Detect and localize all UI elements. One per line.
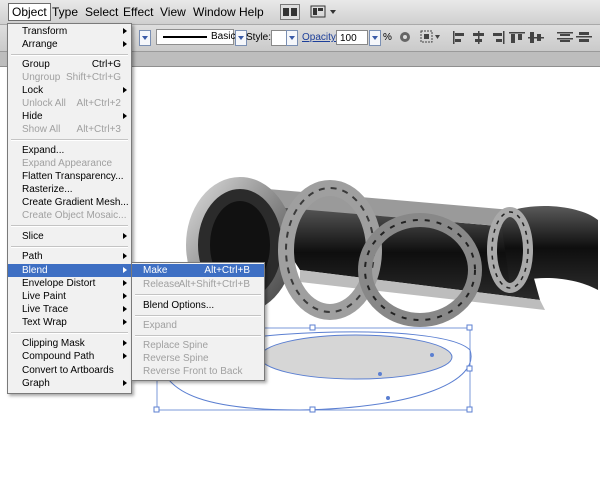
menu-item-expand[interactable]: Expand... bbox=[8, 144, 131, 157]
menu-item-create-gradient-mesh[interactable]: Create Gradient Mesh... bbox=[8, 196, 131, 209]
align-center-icon[interactable] bbox=[471, 31, 487, 44]
submenu-arrow-icon bbox=[123, 113, 127, 119]
menu-item-ungroup: Ungroup Shift+Ctrl+G bbox=[22, 72, 121, 83]
opacity-label[interactable]: Opacity: bbox=[302, 32, 339, 43]
submenu-item-release: Release Alt+Shift+Ctrl+B bbox=[143, 279, 250, 290]
submenu-arrow-icon bbox=[123, 380, 127, 386]
menu-item-hide[interactable]: Hide bbox=[8, 110, 131, 123]
distribute-center-icon[interactable] bbox=[576, 31, 592, 44]
submenu-arrow-icon bbox=[123, 87, 127, 93]
submenu-arrow-icon bbox=[123, 267, 127, 273]
align-to-icon[interactable] bbox=[420, 30, 442, 44]
opacity-percent: % bbox=[383, 32, 392, 43]
submenu-arrow-icon bbox=[123, 233, 127, 239]
menu-item-path[interactable]: Path bbox=[8, 250, 131, 263]
menu-item-clipping-mask[interactable]: Clipping Mask bbox=[8, 337, 131, 350]
submenu-arrow-icon bbox=[123, 28, 127, 34]
submenu-item-make[interactable]: Make Alt+Ctrl+B bbox=[132, 264, 264, 277]
align-right-icon[interactable] bbox=[490, 31, 506, 44]
workspace-icon[interactable] bbox=[310, 4, 340, 20]
object-menu: Transform Arrange Group Ctrl+G Ungroup Shi… bbox=[7, 23, 132, 394]
menu-item-arrange[interactable]: Arrange bbox=[8, 38, 131, 51]
menu-item-flatten-transparency[interactable]: Flatten Transparency... bbox=[8, 170, 131, 183]
menu-item-blend[interactable]: Blend bbox=[8, 264, 131, 277]
submenu-arrow-icon bbox=[123, 293, 127, 299]
menu-item-envelope-distort[interactable]: Envelope Distort bbox=[8, 277, 131, 290]
submenu-arrow-icon bbox=[123, 319, 127, 325]
style-swatch[interactable] bbox=[271, 30, 287, 46]
menu-item-show-all: Show All Alt+Ctrl+3 bbox=[22, 124, 121, 135]
menu-item-group[interactable]: Group Ctrl+G bbox=[8, 58, 131, 71]
br-icon[interactable] bbox=[280, 4, 300, 20]
menu-item-unlock-all: Unlock All Alt+Ctrl+2 bbox=[22, 98, 121, 109]
style-label: Style: bbox=[246, 32, 272, 43]
stroke-profile-value: Basic bbox=[211, 31, 236, 42]
selected-shadow-ellipse bbox=[259, 334, 453, 380]
submenu-arrow-icon bbox=[123, 306, 127, 312]
menu-item-slice[interactable]: Slice bbox=[8, 230, 131, 243]
style-dropdown[interactable] bbox=[286, 30, 298, 46]
menu-effect[interactable]: Effect bbox=[120, 4, 156, 20]
menu-item-graph[interactable]: Graph bbox=[8, 377, 131, 390]
opacity-input[interactable]: 100 bbox=[336, 30, 368, 45]
submenu-arrow-icon bbox=[123, 340, 127, 346]
opacity-dropdown[interactable] bbox=[369, 30, 381, 46]
menu-item-lock[interactable]: Lock bbox=[8, 84, 131, 97]
align-left-icon[interactable] bbox=[452, 31, 468, 44]
submenu-arrow-icon bbox=[123, 41, 127, 47]
submenu-arrow-icon bbox=[123, 353, 127, 359]
menu-item-live-trace[interactable]: Live Trace bbox=[8, 303, 131, 316]
submenu-arrow-icon bbox=[123, 280, 127, 286]
menu-help[interactable]: Help bbox=[236, 4, 267, 20]
recolor-artwork-icon[interactable] bbox=[398, 30, 412, 44]
menu-object[interactable]: Object bbox=[8, 3, 51, 21]
stroke-weight-dropdown[interactable] bbox=[139, 30, 151, 46]
menu-item-rasterize[interactable]: Rasterize... bbox=[8, 183, 131, 196]
menu-select[interactable]: Select bbox=[82, 4, 121, 20]
submenu-item-replace-spine: Replace Spine bbox=[143, 340, 209, 351]
menu-item-compound-path[interactable]: Compound Path bbox=[8, 350, 131, 363]
menu-view[interactable]: View bbox=[157, 4, 189, 20]
align-top-icon[interactable] bbox=[509, 31, 525, 44]
stroke-preview bbox=[163, 36, 207, 38]
stroke-profile-select[interactable]: Basic bbox=[156, 29, 236, 45]
align-middle-icon[interactable] bbox=[528, 31, 544, 44]
distribute-top-icon[interactable] bbox=[557, 31, 573, 44]
menu-item-live-paint[interactable]: Live Paint bbox=[8, 290, 131, 303]
blend-submenu: Make Alt+Ctrl+B Release Alt+Shift+Ctrl+B B… bbox=[131, 262, 265, 381]
submenu-item-blend-options[interactable]: Blend Options... bbox=[132, 299, 264, 312]
submenu-item-expand: Expand bbox=[143, 320, 177, 331]
menu-item-text-wrap[interactable]: Text Wrap bbox=[8, 316, 131, 329]
submenu-arrow-icon bbox=[123, 253, 127, 259]
submenu-item-reverse-spine: Reverse Spine bbox=[143, 353, 209, 364]
menu-item-expand-appearance: Expand Appearance bbox=[22, 158, 113, 169]
menu-item-transform[interactable]: Transform bbox=[8, 25, 131, 38]
menu-bar: Object Type Select Effect View Window He… bbox=[0, 0, 600, 25]
submenu-item-reverse-front-to-back: Reverse Front to Back bbox=[143, 366, 243, 377]
menu-window[interactable]: Window bbox=[190, 4, 239, 20]
menu-item-create-object-mosaic: Create Object Mosaic... bbox=[22, 210, 127, 221]
menu-item-convert-to-artboards[interactable]: Convert to Artboards bbox=[8, 364, 131, 377]
menu-type[interactable]: Type bbox=[49, 4, 81, 20]
